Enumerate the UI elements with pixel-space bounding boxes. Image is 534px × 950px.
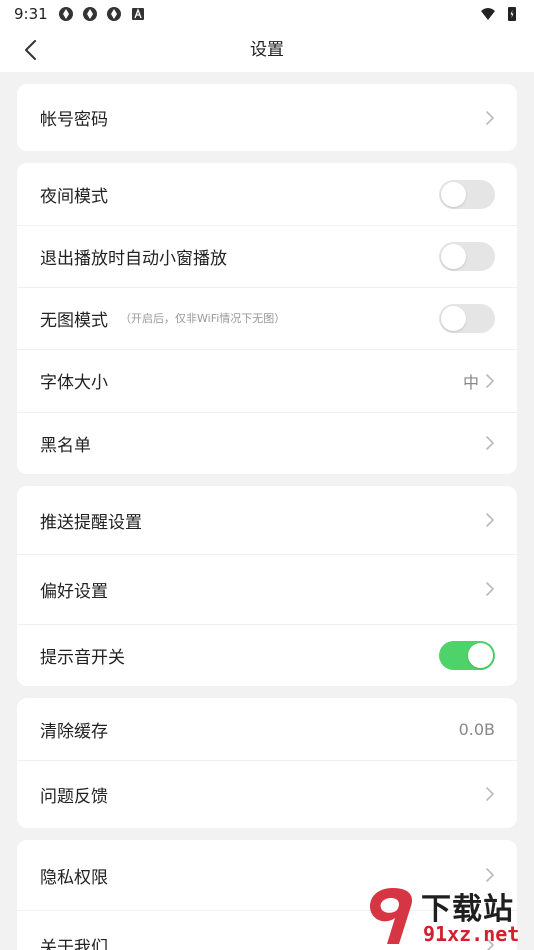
settings-row-account-password[interactable]: 帐号密码 (17, 84, 517, 151)
settings-card-display: 夜间模式 退出播放时自动小窗播放 无图模式 （开启后，仅非WiFi情况下无图） … (17, 163, 517, 474)
row-hint: （开启后，仅非WiFi情况下无图） (120, 312, 286, 325)
settings-row-blacklist[interactable]: 黑名单 (17, 412, 517, 474)
settings-card-notifications: 推送提醒设置 偏好设置 提示音开关 (17, 486, 517, 686)
settings-row-clear-cache[interactable]: 清除缓存 0.0B (17, 698, 517, 760)
app-notification-icon (82, 7, 97, 21)
status-time: 9:31 (14, 5, 48, 23)
watermark: 下载站 91xz.net (359, 880, 534, 950)
back-button[interactable] (16, 36, 44, 64)
toggle-knob (468, 642, 493, 668)
status-bar: 9:31 (0, 0, 534, 28)
no-image-mode-toggle[interactable] (439, 303, 495, 333)
toggle-knob (441, 243, 466, 269)
row-label: 黑名单 (40, 435, 91, 456)
settings-card-account: 帐号密码 (17, 84, 517, 151)
status-right-icons (480, 6, 520, 22)
night-mode-toggle[interactable] (439, 179, 495, 209)
font-size-value: 中 (462, 372, 479, 392)
toggle-knob (441, 305, 466, 331)
settings-row-font-size[interactable]: 字体大小 中 (17, 349, 517, 412)
watermark-url: 91xz.net (423, 922, 520, 946)
row-label: 无图模式 (40, 310, 108, 331)
settings-row-sound-switch[interactable]: 提示音开关 (17, 624, 517, 686)
battery-icon (508, 7, 516, 21)
toggle-knob (441, 181, 466, 207)
row-label: 字体大小 (40, 373, 108, 393)
row-label: 关于我们 (40, 937, 108, 950)
row-label: 偏好设置 (40, 581, 108, 602)
a-badge-icon (131, 8, 144, 20)
row-label: 问题反馈 (40, 786, 108, 807)
row-label: 退出播放时自动小窗播放 (40, 248, 227, 269)
chevron-right-icon (486, 513, 494, 527)
settings-card-support: 清除缓存 0.0B 问题反馈 (17, 698, 517, 828)
row-label: 清除缓存 (40, 721, 108, 742)
cache-size-value: 0.0B (458, 719, 495, 739)
settings-row-night-mode[interactable]: 夜间模式 (17, 163, 517, 225)
settings-row-feedback[interactable]: 问题反馈 (17, 760, 517, 828)
settings-row-preferences[interactable]: 偏好设置 (17, 554, 517, 624)
sound-switch-toggle[interactable] (439, 640, 495, 670)
chevron-right-icon (486, 110, 494, 125)
chevron-right-icon (486, 373, 494, 388)
app-notification-icon (58, 7, 73, 21)
settings-row-no-image-mode[interactable]: 无图模式 （开启后，仅非WiFi情况下无图） (17, 287, 517, 349)
chevron-right-icon (486, 787, 494, 801)
row-label: 推送提醒设置 (40, 512, 142, 533)
row-label: 隐私权限 (40, 867, 108, 888)
back-arrow-icon (25, 40, 36, 60)
settings-row-auto-mini-window[interactable]: 退出播放时自动小窗播放 (17, 225, 517, 287)
settings-row-push-notifications[interactable]: 推送提醒设置 (17, 486, 517, 554)
row-label: 夜间模式 (40, 186, 108, 207)
row-label: 帐号密码 (40, 110, 108, 130)
watermark-logo-icon (369, 888, 413, 944)
status-left-icons (58, 6, 146, 22)
wifi-icon (481, 8, 495, 20)
page-title: 设置 (250, 40, 284, 60)
chevron-right-icon (486, 582, 494, 596)
nav-bar: 设置 (0, 28, 534, 72)
row-label: 提示音开关 (40, 647, 125, 668)
chevron-right-icon (486, 436, 494, 450)
auto-mini-window-toggle[interactable] (439, 241, 495, 271)
app-notification-icon (106, 7, 121, 21)
